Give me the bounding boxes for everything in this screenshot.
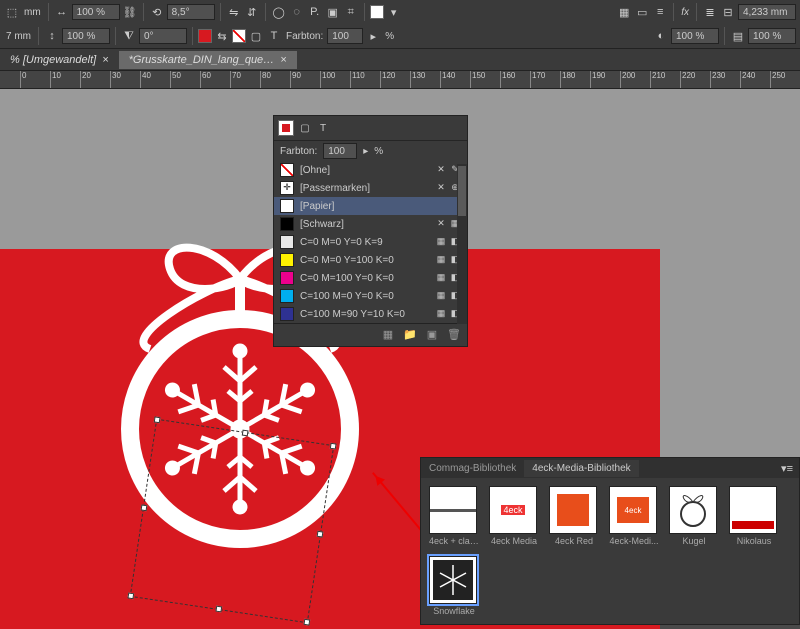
tint-arrow-icon[interactable]: ▸ — [365, 28, 381, 44]
close-icon[interactable]: × — [102, 54, 108, 66]
scale-y-input[interactable] — [62, 28, 110, 44]
wrap-icon[interactable]: ▤ — [730, 28, 746, 44]
fx-label[interactable]: fx — [681, 7, 689, 18]
library-item[interactable]: Snowflake — [429, 556, 479, 616]
swatch-item[interactable]: C=0 M=0 Y=100 K=0▦◧ — [274, 251, 467, 269]
library-tab-commag[interactable]: Commag-Bibliothek — [421, 460, 524, 477]
swatches-list: [Ohne]✕✎✛[Passermarken]✕⊕[Papier][Schwar… — [274, 161, 467, 323]
stroke-icon[interactable]: ≣ — [702, 4, 718, 20]
tab-doc-2[interactable]: *Grusskarte_DIN_lang_que… × — [119, 51, 297, 69]
fill-stroke-proxy[interactable] — [278, 120, 294, 136]
close-icon[interactable]: × — [280, 54, 286, 66]
library-tabs: Commag-Bibliothek 4eck-Media-Bibliothek … — [421, 458, 799, 478]
text-icon[interactable]: T — [266, 28, 282, 44]
library-item[interactable]: 4eck Red — [549, 486, 599, 546]
dropdown-icon[interactable]: ▾ — [386, 4, 402, 20]
height-input[interactable] — [738, 4, 796, 20]
swap-icon[interactable]: ⇆ — [214, 28, 230, 44]
swatch-item[interactable]: [Papier] — [274, 197, 467, 215]
frame-icon[interactable]: ▣ — [325, 4, 341, 20]
pct-label: % — [374, 146, 383, 157]
pt-icon[interactable]: P. — [307, 4, 323, 20]
link-icon[interactable]: ⬚ — [4, 4, 20, 20]
swatch-item[interactable]: C=100 M=0 Y=0 K=0▦◧ — [274, 287, 467, 305]
scale-h-icon[interactable]: ↔ — [54, 4, 70, 20]
pct4-input[interactable] — [748, 28, 796, 44]
swatches-header: ▢ T — [274, 116, 467, 140]
container-icon[interactable]: ▢ — [248, 28, 264, 44]
delete-swatch-icon[interactable]: 🗑 — [447, 328, 461, 342]
new-folder-icon[interactable]: 📁 — [403, 328, 417, 342]
selection-box[interactable] — [130, 419, 335, 624]
unit-label: mm — [24, 7, 41, 18]
swatch-item[interactable]: C=0 M=100 Y=0 K=0▦◧ — [274, 269, 467, 287]
library-item[interactable]: 4eck4eck-Medi... — [609, 486, 659, 546]
rotate-input[interactable] — [167, 4, 215, 20]
tree-icon[interactable]: ⌗ — [343, 4, 359, 20]
library-item[interactable]: 4eck4eck Media — [489, 486, 539, 546]
grid-icon[interactable]: ▦ — [616, 4, 632, 20]
shear-icon[interactable]: ⧨ — [121, 28, 137, 44]
swatches-panel: ▢ T Farbton: ▸ % [Ohne]✕✎✛[Passermarken]… — [273, 115, 468, 347]
tint-input[interactable] — [327, 28, 363, 44]
fill-color-swatch[interactable] — [198, 29, 212, 43]
new-swatch-icon[interactable]: ▣ — [425, 328, 439, 342]
align-icon[interactable]: ≡ — [652, 4, 668, 20]
opacity-icon[interactable]: ◐ — [653, 28, 669, 44]
scale-v-icon[interactable]: ↕ — [44, 28, 60, 44]
tab-title: % [Umgewandelt] — [10, 54, 96, 66]
swatches-footer: ▦ 📁 ▣ 🗑 — [274, 323, 467, 346]
swatch-item[interactable]: [Ohne]✕✎ — [274, 161, 467, 179]
swatch-item[interactable]: C=100 M=90 Y=10 K=0▦◧ — [274, 305, 467, 323]
tab-title: *Grusskarte_DIN_lang_que… — [129, 54, 275, 66]
control-bar-row-2: 7 mm ↕ ⧨ ⇆ ▢ T Farbton: ▸ % ◐ ▤ — [0, 24, 800, 48]
opacity-input[interactable] — [671, 28, 719, 44]
swatches-scrollbar[interactable] — [457, 164, 467, 324]
container-format-icon[interactable]: ▢ — [298, 121, 312, 135]
scale-x-input[interactable] — [72, 4, 120, 20]
panel-menu-icon[interactable]: ▾≡ — [775, 462, 799, 475]
height-icon[interactable]: ⊟ — [720, 4, 736, 20]
swatches-tint-row: Farbton: ▸ % — [274, 140, 467, 161]
chain-icon[interactable]: ⛓ — [122, 4, 138, 20]
pathfinder-icon-2[interactable]: ◌ — [289, 4, 305, 20]
control-bar-row-1: ⬚ mm ↔ ⛓ ⟲ ⇋ ⇵ ◯ ◌ P. ▣ ⌗ ▾ ▦ ▭ ≡ fx ≣ ⊟ — [0, 0, 800, 24]
control-bar: ⬚ mm ↔ ⛓ ⟲ ⇋ ⇵ ◯ ◌ P. ▣ ⌗ ▾ ▦ ▭ ≡ fx ≣ ⊟… — [0, 0, 800, 49]
library-item[interactable]: Nikolaus — [729, 486, 779, 546]
show-swatches-icon[interactable]: ▦ — [381, 328, 395, 342]
stroke-color-swatch[interactable] — [232, 29, 246, 43]
library-tab-4eck[interactable]: 4eck-Media-Bibliothek — [524, 460, 638, 477]
text-format-icon[interactable]: T — [316, 121, 330, 135]
fill-swatch[interactable] — [370, 5, 384, 19]
flip-v-icon[interactable]: ⇵ — [244, 4, 260, 20]
library-item[interactable]: Kugel — [669, 486, 719, 546]
swatch-item[interactable]: [Schwarz]✕▦ — [274, 215, 467, 233]
pct-label: % — [385, 31, 394, 42]
tint-slider-icon[interactable]: ▸ — [363, 146, 368, 157]
horizontal-ruler[interactable]: 0102030405060708090100110120130140150160… — [0, 71, 800, 89]
shear-input[interactable] — [139, 28, 187, 44]
tint-label: Farbton: — [286, 31, 323, 42]
canvas[interactable]: ↖ — [0, 89, 800, 625]
flip-h-icon[interactable]: ⇋ — [226, 4, 242, 20]
pathfinder-icon[interactable]: ◯ — [271, 4, 287, 20]
library-body: 4eck + claim4eck4eck Media4eck Red4eck4e… — [421, 478, 799, 624]
tint-value-input[interactable] — [323, 143, 357, 159]
doc-icon[interactable]: ▭ — [634, 4, 650, 20]
size-label-2: 7 mm — [6, 31, 31, 42]
swatch-item[interactable]: C=0 M=0 Y=0 K=9▦◧ — [274, 233, 467, 251]
swatch-item[interactable]: ✛[Passermarken]✕⊕ — [274, 179, 467, 197]
tint-label: Farbton: — [280, 146, 317, 157]
document-tabs: % [Umgewandelt] × *Grusskarte_DIN_lang_qu… — [0, 49, 800, 71]
rotate-icon[interactable]: ⟲ — [149, 4, 165, 20]
library-item[interactable]: 4eck + claim — [429, 486, 479, 546]
tab-doc-1[interactable]: % [Umgewandelt] × — [0, 51, 119, 69]
